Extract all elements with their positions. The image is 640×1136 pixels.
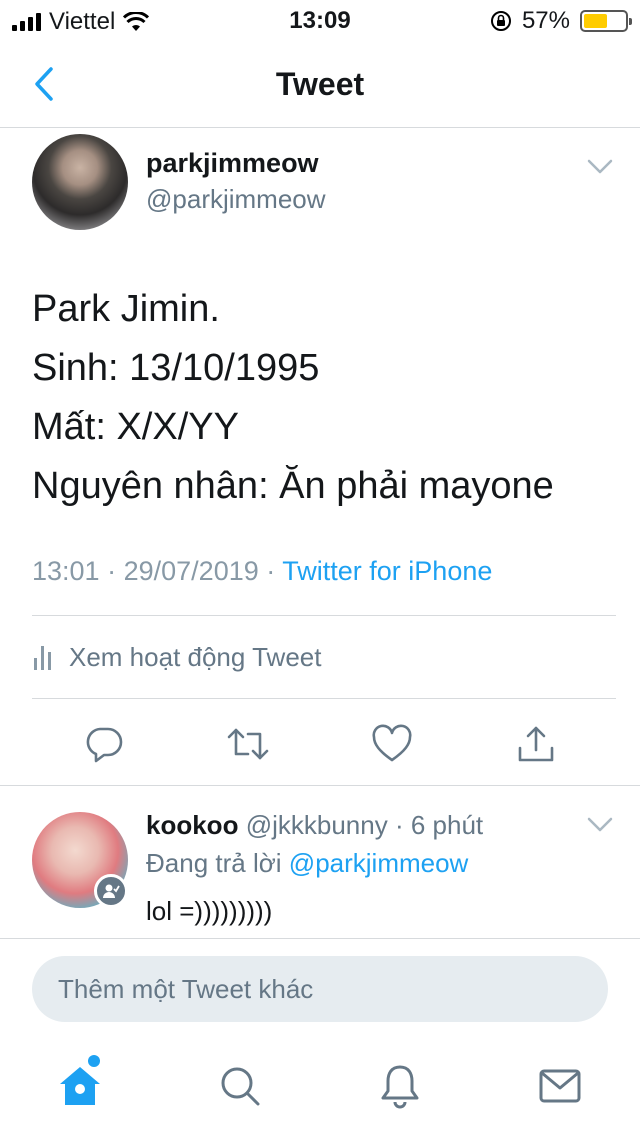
meta-separator: · [107,556,117,586]
reply-age: 6 phút [410,810,484,840]
navigation-bar: Tweet [0,40,640,128]
like-icon [372,724,412,762]
chevron-down-icon[interactable] [586,816,614,834]
tweet-line: Mất: X/X/YY [32,406,239,448]
home-icon [60,1067,100,1105]
page-title: Tweet [275,66,365,102]
reply-separator: · [394,810,404,840]
retweet-icon [227,728,269,760]
meta-separator: · [266,556,276,586]
author-name[interactable]: parkjimmeow [146,148,319,179]
status-bar: Viettel 13:09 57% [0,0,640,40]
home-notification-dot [88,1055,100,1067]
tweet-text: Park Jimin. Sinh: 13/10/1995 Mất: X/X/YY… [32,280,622,516]
tweet-actions [0,716,640,772]
search-icon [221,1067,260,1106]
tab-search[interactable] [216,1062,264,1110]
battery-icon [580,10,632,32]
tweet-meta: 13:01 · 29/07/2019 · Twitter for iPhone [32,556,492,587]
tweet-activity-link[interactable]: Xem hoạt động Tweet [34,642,321,673]
tweet-time: 13:01 [32,556,100,586]
replying-to-link[interactable]: @parkjimmeow [289,848,469,878]
replying-prefix: Đang trả lời [146,848,282,878]
divider [32,698,616,699]
orientation-lock-icon [490,11,511,31]
messages-icon [539,1069,581,1103]
tweet-activity-label: Xem hoạt động Tweet [69,642,322,672]
reply-text: lol =))))))))) [146,896,273,926]
section-divider [0,785,640,786]
reply-author-handle[interactable]: @jkkkbunny [246,810,388,840]
chevron-down-icon[interactable] [586,158,614,176]
analytics-icon [34,645,51,670]
notifications-icon [381,1065,419,1109]
replying-to: Đang trả lời @parkjimmeow [146,848,468,879]
status-right: 57% [490,7,632,35]
tweet-source-link[interactable]: Twitter for iPhone [282,556,492,586]
follow-badge-icon [94,874,128,908]
tweet-line: Sinh: 13/10/1995 [32,347,320,389]
reply-icon [86,727,123,763]
tab-messages[interactable] [536,1062,584,1110]
compose-placeholder: Thêm một Tweet khác [58,973,314,1004]
tweet-date: 29/07/2019 [123,556,259,586]
divider [32,615,616,616]
retweet-button[interactable] [226,722,270,766]
author-handle[interactable]: @parkjimmeow [146,184,326,215]
share-button[interactable] [514,722,558,766]
like-button[interactable] [370,722,414,766]
battery-level [584,14,607,28]
reply-compose-input[interactable]: Thêm một Tweet khác [32,956,608,1022]
reply-button[interactable] [82,722,126,766]
battery-percent: 57% [521,7,570,34]
tab-notifications[interactable] [376,1062,424,1110]
section-divider [0,938,640,939]
tweet-line: Park Jimin. [32,288,220,330]
author-avatar[interactable] [32,134,128,230]
reply-author-name[interactable]: kookoo [146,810,238,840]
tab-home[interactable] [56,1062,104,1110]
tweet-line: Nguyên nhân: Ăn phải mayone [32,465,554,507]
share-icon [518,726,554,762]
reply-header: kookoo @jkkkbunny · 6 phút [146,810,483,841]
